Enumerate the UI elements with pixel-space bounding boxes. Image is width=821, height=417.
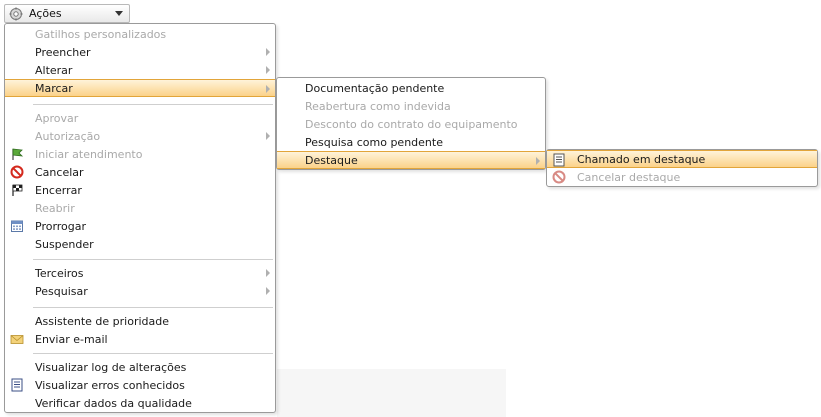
menu-item-prorrogar[interactable]: Prorrogar <box>5 217 275 235</box>
menu-item-label: Iniciar atendimento <box>35 147 143 161</box>
menu-item-enviar-e-mail[interactable]: Enviar e-mail <box>5 330 275 348</box>
menu-item-label: Documentação pendente <box>305 81 445 95</box>
destaque-submenu: Chamado em destaque Cancelar destaque <box>546 149 818 187</box>
document-list-icon <box>553 153 565 167</box>
document-list-icon <box>11 378 23 392</box>
menu-item-label: Assistente de prioridade <box>35 314 169 328</box>
background-panel <box>277 369 506 417</box>
chevron-right-icon <box>266 132 270 140</box>
cancel-icon <box>10 165 24 179</box>
menu-item-label: Visualizar log de alterações <box>35 360 187 374</box>
menu-item-label: Cancelar destaque <box>577 170 681 184</box>
menu-item-label: Desconto do contrato do equipamento <box>305 117 518 131</box>
menu-item-label: Reabrir <box>35 201 75 215</box>
menu-item-label: Aprovar <box>35 111 79 125</box>
actions-button-label: Ações <box>29 7 62 20</box>
menu-item-label: Alterar <box>35 63 73 77</box>
actions-dropdown-button[interactable]: Ações <box>4 4 130 23</box>
green-flag-icon <box>12 148 24 160</box>
calendar-icon <box>11 220 23 232</box>
menu-item-visualizar-log[interactable]: Visualizar log de alterações <box>5 358 275 376</box>
menu-item-suspender[interactable]: Suspender <box>5 235 275 253</box>
menu-item-label: Verificar dados da qualidade <box>35 396 192 410</box>
menu-item-cancelar[interactable]: Cancelar <box>5 163 275 181</box>
menu-item-encerrar[interactable]: Encerrar <box>5 181 275 199</box>
menu-item-label: Encerrar <box>35 183 82 197</box>
menu-item-marcar[interactable]: Marcar <box>5 79 275 97</box>
menu-item-reabrir: Reabrir <box>5 199 275 217</box>
menu-item-label: Pesquisa como pendente <box>305 135 443 149</box>
submenu-item-chamado-em-destaque[interactable]: Chamado em destaque <box>547 150 817 168</box>
menu-item-label: Destaque <box>305 153 358 167</box>
menu-item-label: Cancelar <box>35 165 84 179</box>
chevron-right-icon <box>266 85 270 93</box>
menu-item-label: Preencher <box>35 45 91 59</box>
menu-item-label: Visualizar erros conhecidos <box>35 378 185 392</box>
menu-item-terceiros[interactable]: Terceiros <box>5 264 275 282</box>
gear-icon <box>9 7 23 20</box>
chevron-right-icon <box>266 48 270 56</box>
chevron-right-icon <box>266 66 270 74</box>
checkered-flag-icon <box>12 184 23 196</box>
menu-item-label: Chamado em destaque <box>577 152 706 166</box>
cancel-icon <box>552 170 566 184</box>
menu-item-label: Gatilhos personalizados <box>35 27 167 41</box>
menu-item-label: Enviar e-mail <box>35 332 108 346</box>
menu-item-iniciar-atendimento: Iniciar atendimento <box>5 145 275 163</box>
menu-item-preencher[interactable]: Preencher <box>5 43 275 61</box>
menu-item-label: Reabertura como indevida <box>305 99 451 113</box>
menu-separator <box>33 307 273 308</box>
actions-menu: Gatilhos personalizados Preencher Altera… <box>4 23 276 413</box>
chevron-down-icon <box>115 11 123 16</box>
menu-item-autorizacao: Autorização <box>5 127 275 145</box>
menu-item-aprovar: Aprovar <box>5 109 275 127</box>
menu-item-alterar[interactable]: Alterar <box>5 61 275 79</box>
chevron-right-icon <box>536 157 540 165</box>
menu-item-visualizar-erros[interactable]: Visualizar erros conhecidos <box>5 376 275 394</box>
submenu-item-desconto-contrato: Desconto do contrato do equipamento <box>277 115 545 133</box>
menu-item-label: Terceiros <box>35 266 84 280</box>
submenu-item-destaque[interactable]: Destaque <box>277 151 545 169</box>
marcar-submenu: Documentação pendente Reabertura como in… <box>276 77 546 170</box>
envelope-icon <box>10 335 24 344</box>
menu-item-assistente-de-prioridade[interactable]: Assistente de prioridade <box>5 312 275 330</box>
menu-item-label: Autorização <box>35 129 101 143</box>
chevron-right-icon <box>266 269 270 277</box>
menu-item-label: Prorrogar <box>35 219 87 233</box>
menu-item-label: Suspender <box>35 237 94 251</box>
menu-separator <box>33 259 273 260</box>
menu-item-gatilhos-personalizados: Gatilhos personalizados <box>5 25 275 43</box>
menu-item-label: Marcar <box>35 81 73 95</box>
submenu-item-pesquisa-pendente[interactable]: Pesquisa como pendente <box>277 133 545 151</box>
menu-separator <box>33 104 273 105</box>
menu-separator <box>33 353 273 354</box>
menu-item-pesquisar[interactable]: Pesquisar <box>5 282 275 300</box>
submenu-item-reabertura-indevida: Reabertura como indevida <box>277 97 545 115</box>
submenu-item-documentacao-pendente[interactable]: Documentação pendente <box>277 79 545 97</box>
chevron-right-icon <box>266 287 270 295</box>
menu-item-verificar-dados-qualidade[interactable]: Verificar dados da qualidade <box>5 394 275 412</box>
submenu-item-cancelar-destaque: Cancelar destaque <box>547 168 817 186</box>
menu-item-label: Pesquisar <box>35 284 88 298</box>
